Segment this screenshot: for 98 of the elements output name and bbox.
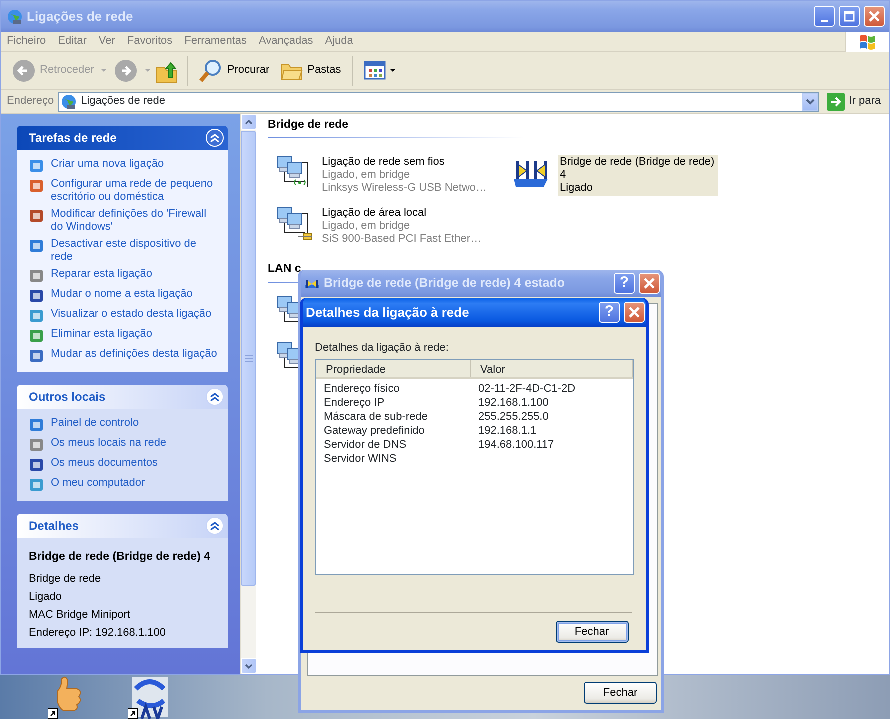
help-button[interactable]: ? [614,273,635,294]
task-icon [29,328,45,344]
menu-item[interactable]: Ferramentas [178,33,253,50]
close-button[interactable]: Fechar [556,621,628,644]
chevron-up-icon [245,120,253,124]
task-link[interactable]: Os meus documentos [29,457,220,473]
grip-icon [244,354,252,362]
list-caption: Detalhes da ligação à rede: [315,341,450,356]
task-icon [29,158,45,174]
task-link[interactable]: Mudar o nome a esta ligação [29,288,220,304]
column-header[interactable]: Propriedade [316,360,471,378]
network-globe-icon [7,8,23,24]
panel-title: Tarefas de rede [29,130,117,147]
task-icon [29,417,45,433]
close-button[interactable] [639,273,660,294]
scroll-thumb[interactable] [241,131,256,586]
task-link[interactable]: Painel de controlo [29,417,220,433]
address-text: Ligações de rede [81,94,166,110]
table-cell: Servidor WINS [324,453,397,465]
task-link[interactable]: Criar uma nova ligação [29,158,220,174]
panel-header[interactable]: Outros locais [17,385,228,409]
video-file-desktop-icon[interactable] [128,675,170,719]
search-icon [199,58,224,82]
task-link[interactable]: Desactivar este dispositivo de rede [29,238,220,264]
table-cell: 192.168.1.100 [478,397,549,409]
details-text: Ligado [29,590,64,604]
go-button[interactable]: Ir para [823,92,885,110]
task-icon [29,178,45,194]
minimize-icon [821,20,828,22]
scrollbar[interactable] [240,114,256,674]
task-link[interactable]: O meu computador [29,477,220,493]
window-title: Ligações de rede [27,8,134,26]
task-icon [29,457,45,473]
panel-header[interactable]: Detalhes [17,514,228,538]
group-header: Bridge de rede [268,117,568,138]
minimize-button[interactable] [814,6,835,27]
help-button[interactable]: ? [599,302,620,323]
task-icon [29,268,45,284]
folders-button[interactable]: Pastas [276,56,344,84]
search-button[interactable]: Procurar [196,56,273,84]
chevron-down-icon [806,98,815,104]
chevron-down-icon [245,664,253,668]
menu-item[interactable]: Ver [92,33,122,50]
task-link[interactable]: Mudar as definições desta ligação [29,348,220,364]
close-button[interactable] [864,6,885,27]
menu-item[interactable]: Ficheiro [1,33,52,50]
task-icon [29,238,45,254]
close-button[interactable] [624,302,645,323]
task-icon [29,308,45,324]
menu-item[interactable]: Favoritos [121,33,179,50]
column-header[interactable]: Valor [470,360,633,378]
scroll-up-button[interactable] [241,114,257,130]
table-cell: Endereço IP [324,397,385,409]
table-cell: 194.68.100.117 [478,439,554,451]
panel-title: Outros locais [29,389,106,406]
task-link[interactable]: Visualizar o estado desta ligação [29,308,220,324]
windows-flag-icon [858,32,877,50]
task-icon [29,288,45,304]
table-cell: Máscara de sub-rede [324,411,428,423]
table-cell: Endereço físico [324,383,400,395]
scroll-down-button[interactable] [241,658,257,674]
task-icon [29,348,45,364]
details-text: Endereço IP: 192.168.1.100 [29,626,167,640]
task-icon [29,208,45,224]
menu-item[interactable]: Ajuda [319,33,360,50]
task-link[interactable]: Os meus locais na rede [29,437,220,453]
task-link[interactable]: Reparar esta ligação [29,268,220,284]
details-heading: Bridge de rede (Bridge de rede) 4 [29,550,212,564]
task-link[interactable]: Configurar uma rede de pequeno escritório ou doméstica [29,178,220,204]
address-field[interactable]: Ligações de rede [58,92,820,112]
dropdown-button[interactable] [802,92,818,110]
connection-item[interactable]: Ligação de área local Ligado, em bridge SiS 900-Based PCI Fast Ether… [320,206,496,248]
panel-header[interactable]: Tarefas de rede [17,126,228,150]
connection-item[interactable]: Bridge de rede (Bridge de rede) 4 Ligado [558,155,718,196]
table-cell: 255.255.255.0 [478,411,549,423]
table-cell: Gateway predefinido [324,425,425,437]
close-button[interactable]: Fechar [584,682,657,704]
network-globe-icon [61,94,78,110]
task-icon [29,477,45,493]
views-icon [364,60,386,81]
maximize-button[interactable] [839,6,860,27]
details-text: MAC Bridge Miniport [29,608,132,622]
menu-item[interactable]: Editar [52,33,93,50]
task-link[interactable]: Eliminar esta ligação [29,328,220,344]
address-label: Endereço [7,94,54,110]
dialog-title: Detalhes da ligação à rede [306,304,470,322]
table-cell: 02-11-2F-4D-C1-2D [478,383,576,395]
table-cell: 192.168.1.1 [478,425,537,437]
task-icon [29,437,45,453]
panel-title: Detalhes [29,518,80,535]
connection-item[interactable]: Ligação de rede sem fios Ligado, em bridge Linksys Wireless-G USB Netwo… [320,155,496,196]
menu-item[interactable]: Avançadas [253,33,320,50]
details-text: Bridge de rede [29,572,102,586]
task-link[interactable]: Modificar definições do 'Firewall do Windows' [29,208,220,234]
maximize-icon [844,11,855,22]
network-connection-icon[interactable] [276,206,312,242]
caret-icon [390,69,396,72]
table-cell: Servidor de DNS [324,439,407,451]
